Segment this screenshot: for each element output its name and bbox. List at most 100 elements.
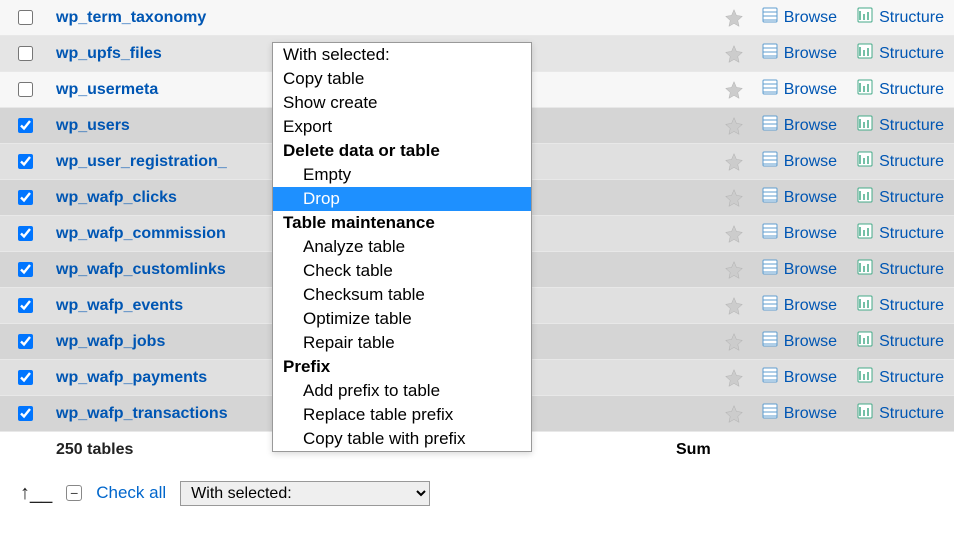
browse-icon (762, 187, 778, 208)
structure-link[interactable]: Structure (847, 223, 954, 244)
browse-link[interactable]: Browse (752, 187, 847, 208)
structure-icon (857, 403, 873, 424)
browse-icon (762, 403, 778, 424)
table-name-link[interactable]: wp_wafp_commission (56, 225, 226, 242)
table-row: wp_term_taxonomy BrowseStructure (0, 0, 954, 36)
browse-icon (762, 295, 778, 316)
structure-icon (857, 79, 873, 100)
structure-icon (857, 259, 873, 280)
menu-item[interactable]: Copy table (273, 67, 531, 91)
menu-item[interactable]: Add prefix to table (273, 379, 531, 403)
row-checkbox[interactable] (18, 334, 33, 349)
row-checkbox[interactable] (18, 406, 33, 421)
table-name-link[interactable]: wp_wafp_transactions (56, 405, 228, 422)
table-name-link[interactable]: wp_wafp_customlinks (56, 261, 226, 278)
favorite-star-icon[interactable] (716, 332, 752, 352)
row-checkbox[interactable] (18, 82, 33, 97)
menu-item[interactable]: Copy table with prefix (273, 427, 531, 451)
favorite-star-icon[interactable] (716, 116, 752, 136)
row-checkbox[interactable] (18, 370, 33, 385)
favorite-star-icon[interactable] (716, 368, 752, 388)
menu-item[interactable]: Optimize table (273, 307, 531, 331)
structure-link[interactable]: Structure (847, 295, 954, 316)
favorite-star-icon[interactable] (716, 296, 752, 316)
menu-item[interactable]: Drop (273, 187, 531, 211)
menu-item[interactable]: Checksum table (273, 283, 531, 307)
menu-item[interactable]: Check table (273, 259, 531, 283)
table-name-link[interactable]: wp_usermeta (56, 81, 158, 98)
table-name-link[interactable]: wp_users (56, 117, 130, 134)
table-name-link[interactable]: wp_term_taxonomy (56, 9, 206, 26)
table-name-link[interactable]: wp_wafp_payments (56, 369, 207, 386)
favorite-star-icon[interactable] (716, 188, 752, 208)
browse-icon (762, 151, 778, 172)
row-checkbox[interactable] (18, 298, 33, 313)
structure-link[interactable]: Structure (847, 403, 954, 424)
menu-header: Table maintenance (273, 211, 531, 235)
sum-label: Sum (664, 441, 954, 459)
structure-link[interactable]: Structure (847, 151, 954, 172)
browse-link[interactable]: Browse (752, 43, 847, 64)
menu-item[interactable]: Empty (273, 163, 531, 187)
browse-link[interactable]: Browse (752, 7, 847, 28)
structure-link[interactable]: Structure (847, 43, 954, 64)
structure-icon (857, 223, 873, 244)
browse-link[interactable]: Browse (752, 259, 847, 280)
menu-item[interactable]: Repair table (273, 331, 531, 355)
menu-item[interactable]: Analyze table (273, 235, 531, 259)
browse-link[interactable]: Browse (752, 151, 847, 172)
table-name-link[interactable]: wp_wafp_clicks (56, 189, 177, 206)
structure-link[interactable]: Structure (847, 79, 954, 100)
browse-link[interactable]: Browse (752, 79, 847, 100)
check-all-link[interactable]: Check all (96, 483, 166, 503)
favorite-star-icon[interactable] (716, 224, 752, 244)
table-name-link[interactable]: wp_wafp_jobs (56, 333, 165, 350)
table-name-link[interactable]: wp_user_registration_ (56, 153, 227, 170)
row-checkbox[interactable] (18, 10, 33, 25)
structure-icon (857, 151, 873, 172)
structure-link[interactable]: Structure (847, 187, 954, 208)
favorite-star-icon[interactable] (716, 260, 752, 280)
structure-link[interactable]: Structure (847, 331, 954, 352)
row-checkbox[interactable] (18, 154, 33, 169)
row-checkbox[interactable] (18, 226, 33, 241)
structure-icon (857, 7, 873, 28)
footer-bar: ↑__ − Check all With selected: (0, 468, 954, 520)
structure-icon (857, 43, 873, 64)
structure-link[interactable]: Structure (847, 115, 954, 136)
favorite-star-icon[interactable] (716, 404, 752, 424)
browse-icon (762, 331, 778, 352)
row-checkbox[interactable] (18, 46, 33, 61)
browse-link[interactable]: Browse (752, 115, 847, 136)
row-checkbox[interactable] (18, 118, 33, 133)
row-checkbox[interactable] (18, 262, 33, 277)
uncheck-all-button[interactable]: − (66, 485, 82, 501)
with-selected-menu: With selected:Copy tableShow createExpor… (272, 42, 532, 452)
menu-header: Delete data or table (273, 139, 531, 163)
structure-link[interactable]: Structure (847, 367, 954, 388)
browse-link[interactable]: Browse (752, 223, 847, 244)
structure-link[interactable]: Structure (847, 259, 954, 280)
menu-item[interactable]: Export (273, 115, 531, 139)
menu-item[interactable]: Show create (273, 91, 531, 115)
browse-icon (762, 115, 778, 136)
with-selected-dropdown[interactable]: With selected: (180, 481, 430, 506)
favorite-star-icon[interactable] (716, 8, 752, 28)
favorite-star-icon[interactable] (716, 44, 752, 64)
browse-link[interactable]: Browse (752, 331, 847, 352)
favorite-star-icon[interactable] (716, 152, 752, 172)
browse-link[interactable]: Browse (752, 295, 847, 316)
table-name-link[interactable]: wp_wafp_events (56, 297, 183, 314)
structure-link[interactable]: Structure (847, 7, 954, 28)
browse-icon (762, 223, 778, 244)
structure-icon (857, 331, 873, 352)
browse-link[interactable]: Browse (752, 367, 847, 388)
menu-header: With selected: (273, 43, 531, 67)
browse-link[interactable]: Browse (752, 403, 847, 424)
favorite-star-icon[interactable] (716, 80, 752, 100)
table-name-link[interactable]: wp_upfs_files (56, 45, 162, 62)
structure-icon (857, 295, 873, 316)
menu-item[interactable]: Replace table prefix (273, 403, 531, 427)
row-checkbox[interactable] (18, 190, 33, 205)
browse-icon (762, 7, 778, 28)
